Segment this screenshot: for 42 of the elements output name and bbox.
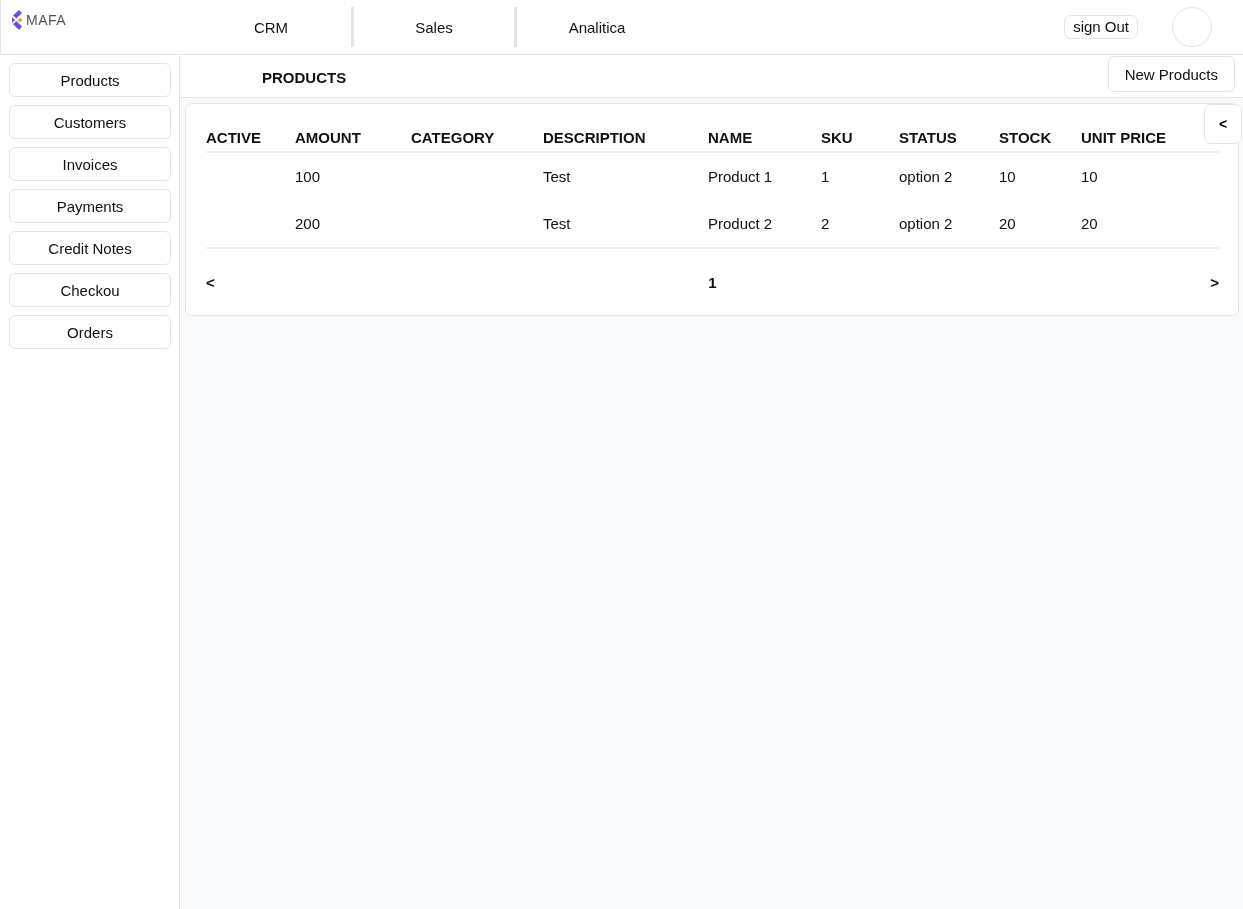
table-cell: Product 2 — [708, 200, 821, 248]
sign-out-button[interactable]: sign Out — [1064, 15, 1138, 39]
sidebar-item[interactable]: Payments — [9, 189, 171, 223]
nav-link[interactable]: Sales — [354, 18, 514, 36]
sidebar-item[interactable]: Orders — [9, 315, 171, 349]
table-cell: 2 — [821, 200, 899, 248]
page-number: 1 — [708, 273, 717, 291]
nav-link[interactable]: CRM — [191, 18, 351, 36]
sidebar-item[interactable]: Customers — [9, 105, 171, 139]
sidebar-item[interactable]: Invoices — [9, 147, 171, 181]
avatar-circle[interactable] — [1172, 7, 1212, 47]
table-cell: Test — [543, 200, 708, 248]
logo-icon — [12, 10, 23, 30]
table-cell: 1 — [821, 152, 899, 200]
previous-page-button[interactable]: < — [206, 273, 215, 291]
table-cell: Product 1 — [708, 152, 821, 200]
next-page-button[interactable]: > — [1210, 273, 1219, 291]
collapse-button[interactable]: < — [1204, 104, 1242, 144]
table-cell: 10 — [999, 152, 1081, 200]
table-cell: 200 — [295, 200, 411, 248]
table-cell: 20 — [999, 200, 1081, 248]
table-cell: Test — [543, 152, 708, 200]
column-header: SKU — [821, 123, 899, 152]
page-title: PRODUCTS — [262, 67, 347, 86]
table-cell: 100 — [295, 152, 411, 200]
table-cell: option 2 — [899, 152, 999, 200]
new-products-button[interactable]: New Products — [1107, 56, 1235, 92]
sidebar-item[interactable]: Checkou — [9, 273, 171, 307]
sidebar-item[interactable]: Products — [9, 63, 171, 97]
column-header: STATUS — [899, 123, 999, 152]
column-header: AMOUNT — [295, 123, 411, 152]
column-header: ACTIVE — [206, 123, 295, 152]
table-cell: option 2 — [899, 200, 999, 248]
nav-link[interactable]: Analitica — [517, 18, 677, 36]
table-cell: 10 — [1081, 152, 1219, 200]
brand-name: MAFA — [26, 11, 67, 30]
table-cell: 20 — [1081, 200, 1219, 248]
sidebar-item[interactable]: Credit Notes — [9, 231, 171, 265]
column-header: CATEGORY — [411, 123, 543, 152]
column-header: STOCK — [999, 123, 1081, 152]
column-header: NAME — [708, 123, 821, 152]
column-header: DESCRIPTION — [543, 123, 708, 152]
